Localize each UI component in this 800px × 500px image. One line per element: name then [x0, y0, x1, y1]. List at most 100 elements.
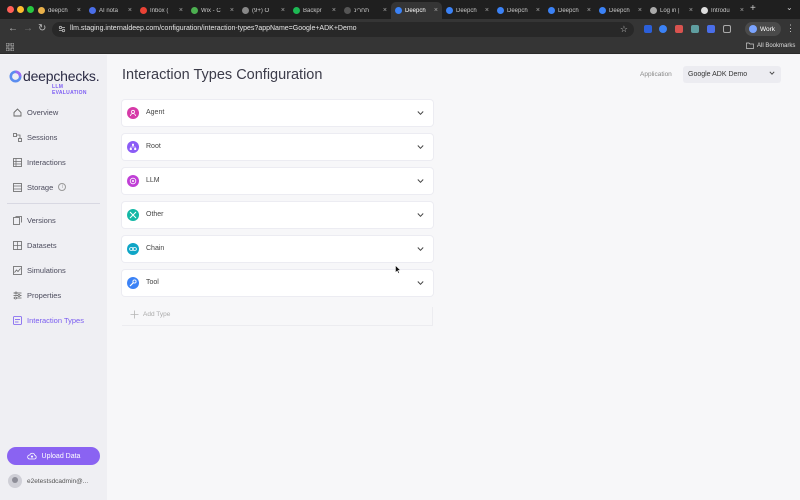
tab-close-icon[interactable]: × [332, 7, 336, 14]
tab-close-icon[interactable]: × [383, 7, 387, 14]
browser-tab[interactable]: (9+) O × [238, 2, 289, 19]
sidebar-item-interaction-types[interactable]: Interaction Types [13, 313, 103, 327]
tab-close-icon[interactable]: × [587, 7, 591, 14]
reload-icon[interactable]: ↻ [38, 23, 46, 35]
tab-close-icon[interactable]: × [434, 7, 438, 14]
other-icon [127, 209, 139, 221]
profile-button[interactable]: Work [745, 22, 781, 36]
extensions-puzzle-icon[interactable] [723, 25, 731, 33]
user-menu[interactable]: e2etestsdcadmin@... [8, 474, 88, 488]
bookmark-star-icon[interactable]: ☆ [620, 24, 628, 35]
sidebar-item-label: Interaction Types [27, 315, 84, 325]
sidebar-item-label: Properties [27, 290, 62, 300]
sidebar-item-label: Versions [27, 215, 56, 225]
browser-tab[interactable]: Deepch × [493, 2, 544, 19]
extension-icon[interactable] [691, 25, 699, 33]
sidebar-item-label: Datasets [27, 240, 57, 250]
tab-title: AI nota [99, 7, 119, 14]
storage-icon [13, 182, 22, 192]
tab-close-icon[interactable]: × [281, 7, 285, 14]
sessions-icon [13, 132, 22, 142]
plus-icon [130, 310, 139, 319]
site-info-icon[interactable] [58, 25, 66, 33]
sidebar-item-interactions[interactable]: Interactions [13, 155, 103, 169]
apps-grid-icon[interactable] [6, 43, 14, 51]
browser-tab[interactable]: Wix - C × [187, 2, 238, 19]
browser-tab[interactable]: Deepch × [391, 2, 442, 19]
interaction-type-tool[interactable]: Tool [122, 270, 433, 296]
browser-tab[interactable]: Backpr × [289, 2, 340, 19]
all-bookmarks-button[interactable]: All Bookmarks [746, 42, 795, 49]
tab-close-icon[interactable]: × [536, 7, 540, 14]
sidebar-item-simulations[interactable]: Simulations [13, 263, 103, 277]
chevron-down-icon[interactable] [417, 110, 424, 116]
interaction-types-icon [13, 315, 22, 325]
browser-tab[interactable]: Deepch × [544, 2, 595, 19]
sidebar-item-datasets[interactable]: Datasets [13, 238, 103, 252]
back-icon[interactable]: ← [8, 23, 18, 35]
tab-favicon-icon [599, 7, 606, 14]
sidebar: deepchecks. LLM EVALUATION Overview Sess… [0, 55, 107, 500]
browser-tab[interactable]: Inbox (× [136, 2, 187, 19]
address-bar[interactable]: llm.staging.internaldeep.com/configurati… [52, 22, 634, 37]
chevron-down-icon[interactable] [417, 246, 424, 252]
extension-icon[interactable] [675, 25, 683, 33]
browser-tab[interactable]: Log in | × [646, 2, 697, 19]
chevron-down-icon[interactable] [417, 144, 424, 150]
interaction-type-other[interactable]: Other [122, 202, 433, 228]
application-select[interactable]: Google ADK Demo [683, 66, 781, 83]
chevron-down-icon[interactable] [417, 280, 424, 286]
tab-title: Introdu [711, 7, 730, 14]
tab-search-icon[interactable]: ⌄ [786, 3, 793, 12]
extension-icon[interactable] [659, 25, 667, 33]
interaction-type-agent[interactable]: Agent [122, 100, 433, 126]
extension-icon[interactable] [707, 25, 715, 33]
tab-close-icon[interactable]: × [740, 7, 744, 14]
tab-close-icon[interactable]: × [689, 7, 693, 14]
tab-favicon-icon [701, 7, 708, 14]
url-text[interactable]: llm.staging.internaldeep.com/configurati… [70, 25, 357, 32]
tab-close-icon[interactable]: × [230, 7, 234, 14]
interaction-type-llm[interactable]: LLM [122, 168, 433, 194]
info-icon[interactable]: i [58, 183, 67, 191]
interaction-type-root[interactable]: Root [122, 134, 433, 160]
browser-tab[interactable]: AI nota × [85, 2, 136, 19]
versions-icon [13, 215, 22, 225]
maximize-window-button[interactable] [27, 6, 34, 13]
forward-icon[interactable]: → [23, 23, 33, 35]
sidebar-item-properties[interactable]: Properties [13, 288, 103, 302]
sidebar-item-overview[interactable]: Overview [13, 105, 103, 119]
close-window-button[interactable] [7, 6, 14, 13]
browser-menu-icon[interactable]: ⋮ [786, 23, 795, 34]
user-email: e2etestsdcadmin@... [27, 477, 89, 485]
extension-shield-icon[interactable] [644, 25, 652, 33]
interaction-type-label: Agent [146, 109, 165, 116]
browser-tab[interactable]: Deepch × [442, 2, 493, 19]
browser-tab[interactable]: תחרינ × [340, 2, 391, 19]
sidebar-item-sessions[interactable]: Sessions [13, 130, 103, 144]
divider [432, 307, 433, 325]
upload-data-button[interactable]: Upload Data [7, 447, 100, 465]
deepchecks-logo[interactable]: deepchecks. LLM EVALUATION [9, 68, 100, 96]
browser-tab[interactable]: Deepch × [595, 2, 646, 19]
browser-tab[interactable]: Introdu × [697, 2, 748, 19]
tool-icon [127, 277, 139, 289]
interaction-type-chain[interactable]: Chain [122, 236, 433, 262]
sidebar-item-versions[interactable]: Versions [13, 213, 103, 227]
tab-close-icon[interactable]: × [638, 7, 642, 14]
chevron-down-icon[interactable] [417, 212, 424, 218]
new-tab-button[interactable]: + [750, 3, 756, 14]
tab-close-icon[interactable]: × [179, 7, 183, 14]
browser-tab[interactable]: deepch × [34, 2, 85, 19]
add-type-button[interactable]: Add Type [130, 310, 170, 319]
sidebar-item-storage[interactable]: Storage i [13, 180, 103, 194]
tab-close-icon[interactable]: × [485, 7, 489, 14]
tab-favicon-icon [89, 7, 96, 14]
chevron-down-icon[interactable] [417, 178, 424, 184]
tab-close-icon[interactable]: × [128, 7, 132, 14]
tab-close-icon[interactable]: × [77, 7, 81, 14]
cloud-upload-icon [26, 452, 37, 460]
tab-favicon-icon [446, 7, 453, 14]
minimize-window-button[interactable] [17, 6, 24, 13]
browser-toolbar: ← → ↻ llm.staging.internaldeep.com/confi… [0, 19, 800, 40]
